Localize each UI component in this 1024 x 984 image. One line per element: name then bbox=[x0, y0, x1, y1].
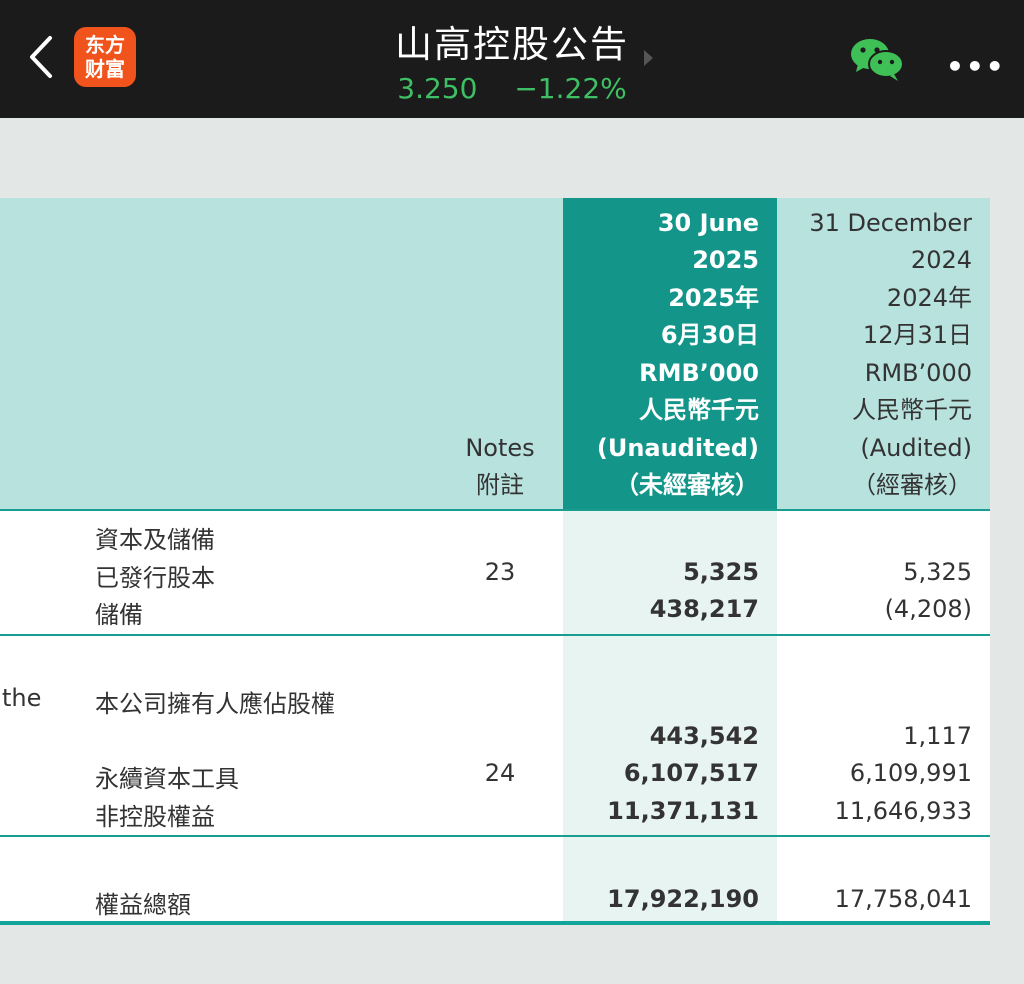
row-prior-value: 11,646,933 bbox=[834, 797, 972, 825]
row-label: 已發行股本 bbox=[95, 564, 215, 592]
prev-header-line: 31 December bbox=[809, 209, 972, 237]
row-label: 資本及儲備 bbox=[95, 526, 215, 554]
row-label: 權益總額 bbox=[95, 891, 191, 919]
top-bar: 东方 财富 山高控股公告 3.250 −1.22% ••• bbox=[0, 0, 1024, 118]
row-prior-value: 6,109,991 bbox=[849, 759, 972, 787]
prev-header-line: 2024 bbox=[910, 246, 972, 274]
prev-header-line: 人民幣千元 bbox=[852, 396, 972, 424]
cur-header-line: RMB’000 bbox=[639, 359, 759, 387]
notes-header-zh: 附註 bbox=[476, 471, 524, 499]
cur-header-line: 2025 bbox=[692, 246, 759, 274]
section-rule bbox=[0, 634, 990, 636]
cur-header-line: （未經審核） bbox=[615, 471, 759, 499]
price-change: −1.22% bbox=[514, 72, 627, 105]
header-rule bbox=[0, 509, 990, 511]
cur-header-line: 人民幣千元 bbox=[639, 396, 759, 424]
prev-header-line: RMB’000 bbox=[864, 359, 972, 387]
notes-header-en: Notes bbox=[465, 434, 535, 462]
total-prior-value: 17,758,041 bbox=[834, 885, 972, 913]
row-current-value: 443,542 bbox=[649, 722, 759, 750]
row-current-value: 5,325 bbox=[683, 558, 759, 586]
row-prior-value: 1,117 bbox=[903, 722, 972, 750]
prev-header-line: (Audited) bbox=[860, 434, 972, 462]
row-note: 24 bbox=[484, 759, 516, 787]
row-left-fragment: the bbox=[2, 684, 42, 712]
document-view[interactable]: Notes 附註 30 June 2025 2025年 6月30日 RMB’00… bbox=[0, 118, 1024, 984]
cur-header-line: 6月30日 bbox=[660, 321, 759, 349]
cur-header-line: (Unaudited) bbox=[596, 434, 759, 462]
row-label: 永續資本工具 bbox=[95, 765, 239, 793]
row-label: 非控股權益 bbox=[95, 803, 215, 831]
prev-header-line: （經審核） bbox=[852, 471, 972, 499]
cur-header-line: 30 June bbox=[657, 209, 759, 237]
more-icon[interactable]: ••• bbox=[946, 50, 1006, 83]
total-current-value: 17,922,190 bbox=[607, 885, 759, 913]
prev-header-line: 12月31日 bbox=[862, 321, 972, 349]
row-current-value: 438,217 bbox=[649, 595, 759, 623]
stock-price: 3.250 bbox=[397, 72, 478, 105]
section-rule bbox=[0, 835, 990, 837]
row-note: 23 bbox=[484, 558, 516, 586]
cur-header-line: 2025年 bbox=[668, 284, 759, 312]
row-prior-value: (4,208) bbox=[884, 595, 972, 623]
row-current-value: 11,371,131 bbox=[607, 797, 759, 825]
play-icon[interactable] bbox=[644, 50, 653, 66]
total-rule bbox=[0, 921, 990, 925]
row-prior-value: 5,325 bbox=[903, 558, 972, 586]
wechat-icon[interactable] bbox=[848, 36, 906, 82]
prev-header-line: 2024年 bbox=[886, 284, 972, 312]
row-current-value: 6,107,517 bbox=[623, 759, 759, 787]
row-label: 本公司擁有人應佔股權 bbox=[95, 690, 335, 718]
row-label: 儲備 bbox=[95, 601, 143, 629]
